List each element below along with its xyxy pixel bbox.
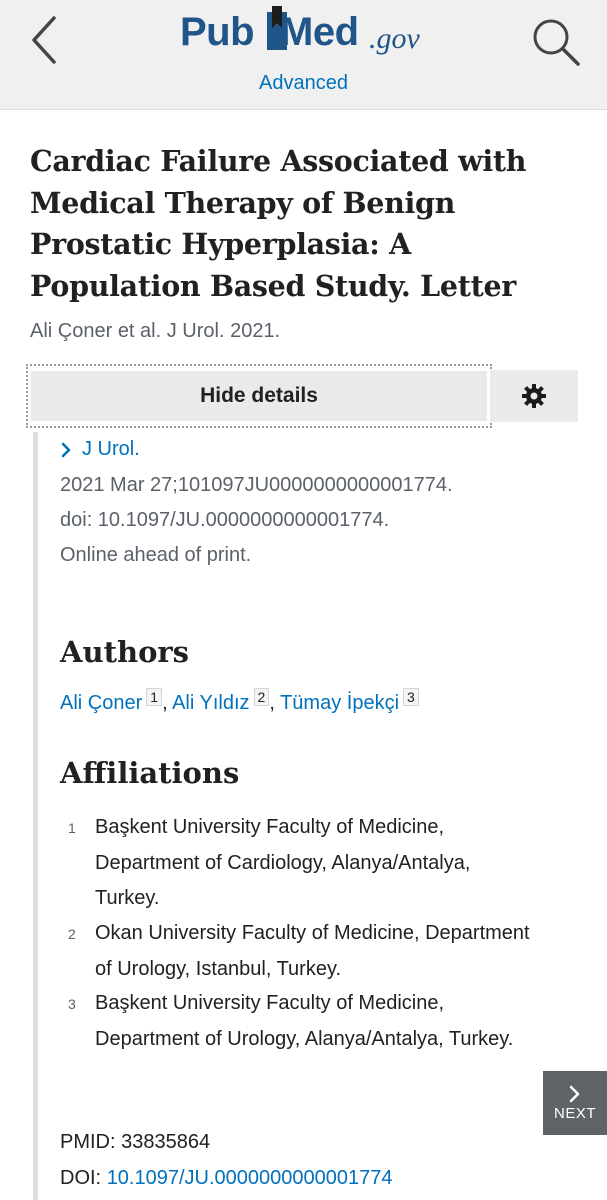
details-border <box>33 432 38 1200</box>
chevron-right-icon <box>61 442 71 457</box>
author-link[interactable]: Tümay İpekçi <box>280 692 399 714</box>
authors-list: Ali Çoner 1, Ali Yıldız 2, Tümay İpekçi 3 <box>60 688 419 715</box>
short-citation: Ali Çoner et al. J Urol. 2021. <box>30 320 281 342</box>
advanced-search-link[interactable]: Advanced <box>0 72 607 95</box>
chevron-right-icon <box>569 1085 580 1102</box>
doi-label: DOI: <box>60 1167 102 1189</box>
affiliation-number: 3 <box>68 996 76 1012</box>
affiliations-heading: Affiliations <box>60 756 240 790</box>
publication-status: Online ahead of print. <box>60 544 252 566</box>
logo-text-gov: .gov <box>369 22 420 55</box>
affiliation-sup[interactable]: 1 <box>146 688 163 706</box>
next-label: NEXT <box>553 1104 596 1122</box>
authors-heading: Authors <box>60 635 190 669</box>
magnifier-icon <box>533 19 580 66</box>
journal-name: J Urol. <box>82 438 140 460</box>
hide-details-button[interactable]: Hide details <box>31 371 487 421</box>
publication-date: 2021 Mar 27;101097JU0000000000001774. <box>60 474 453 496</box>
chevron-left-icon <box>32 16 56 64</box>
display-options-button[interactable] <box>490 370 578 422</box>
affiliation-sup[interactable]: 3 <box>403 688 419 706</box>
details-toggle-focus: Hide details <box>26 364 492 428</box>
author-separator: , <box>269 692 275 714</box>
doi-link[interactable]: 10.1097/JU.0000000000001774 <box>107 1167 393 1189</box>
article-title: Cardiac Failure Associated with Medical … <box>30 144 527 303</box>
affiliation-number: 1 <box>68 820 76 836</box>
affiliation-number: 2 <box>68 926 76 942</box>
affiliation-text: Başkent University Faculty of Medicine, … <box>95 816 471 909</box>
gear-icon <box>522 384 546 408</box>
affiliation-sup[interactable]: 2 <box>253 688 270 706</box>
logo-text-med: Med <box>280 10 359 54</box>
logo-text-pub: Pub <box>180 10 255 54</box>
back-button[interactable] <box>22 12 68 68</box>
pmid: PMID: 33835864 <box>60 1131 211 1153</box>
search-button[interactable] <box>528 14 584 70</box>
next-button[interactable]: NEXT <box>543 1071 607 1135</box>
journal-link[interactable]: J Urol. <box>60 438 140 461</box>
site-header: Pub Med .gov Advanced <box>0 0 607 110</box>
author-separator: , <box>162 692 168 714</box>
author-link[interactable]: Ali Yıldız <box>172 692 249 714</box>
doi-row: DOI: 10.1097/JU.0000000000001774 <box>60 1167 393 1190</box>
doi-text: doi: 10.1097/JU.0000000000001774. <box>60 509 390 531</box>
affiliation-text: Okan University Faculty of Medicine, Dep… <box>95 922 530 980</box>
author-link[interactable]: Ali Çoner <box>60 692 142 714</box>
affiliation-text: Başkent University Faculty of Medicine, … <box>95 992 514 1050</box>
pubmed-logo[interactable]: Pub Med .gov <box>180 4 430 64</box>
